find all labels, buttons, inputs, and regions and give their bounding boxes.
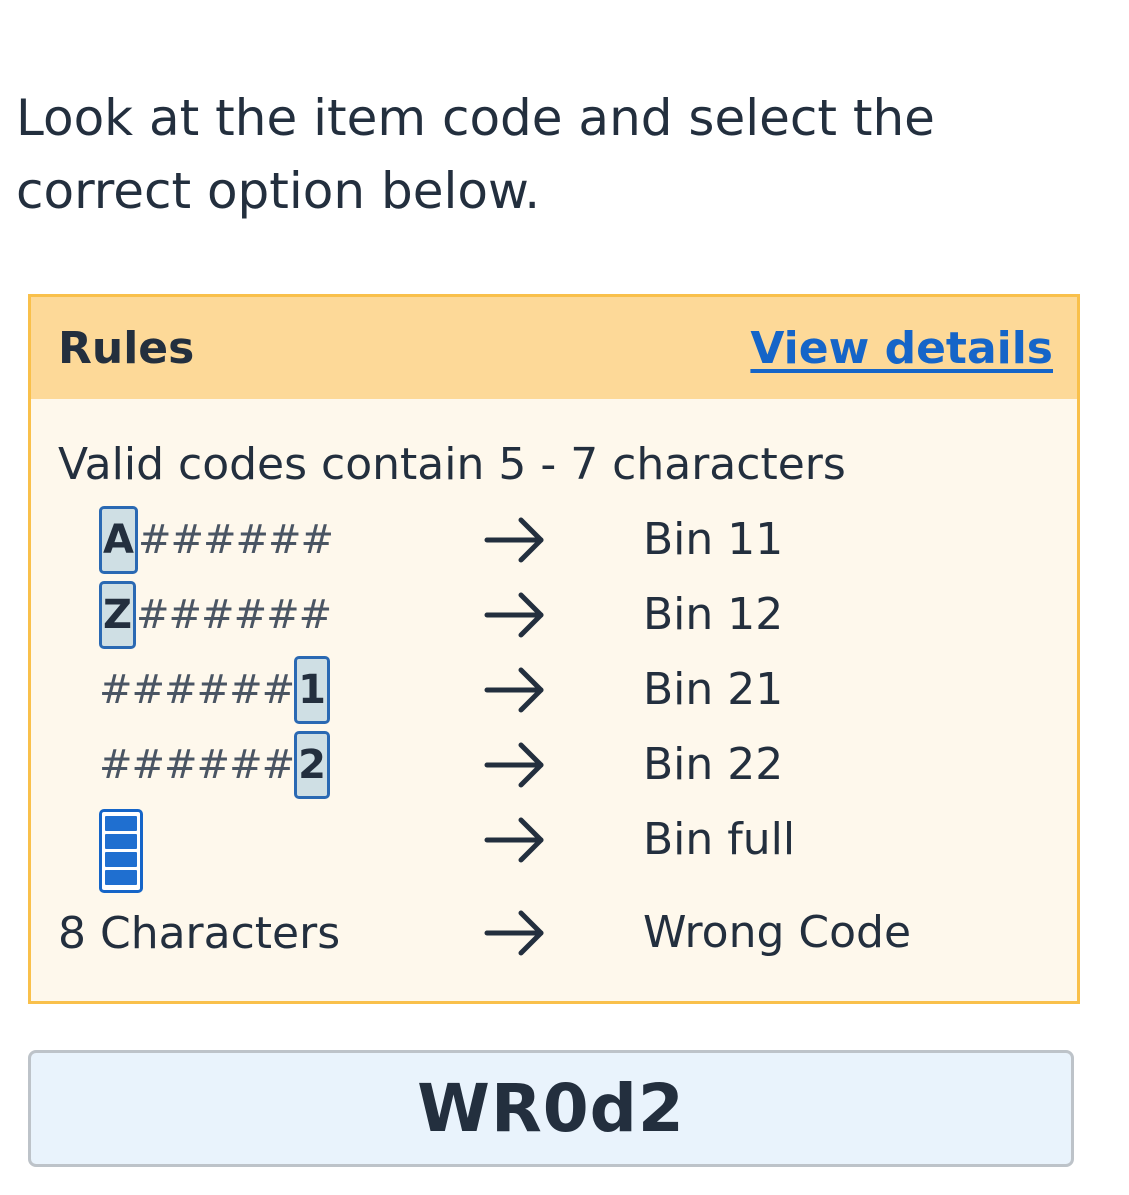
rule-result-label: Bin 12 xyxy=(643,589,784,640)
right-arrow-icon xyxy=(484,817,544,863)
rule-result-label: Wrong Code xyxy=(643,907,912,958)
rule-pattern: ###### 2 xyxy=(99,730,330,800)
rule-pattern: 8 Characters xyxy=(58,898,340,968)
highlighted-first-char: A xyxy=(99,506,138,574)
rule-row-bin-21: ###### 1 Bin 21 xyxy=(31,655,1077,725)
rule-row-bin-22: ###### 2 Bin 22 xyxy=(31,730,1077,800)
rules-title: Rules xyxy=(58,323,195,374)
highlighted-first-char: Z xyxy=(99,581,137,649)
rule-row-wrong-code: 8 Characters Wrong Code xyxy=(31,898,1077,968)
rules-header: Rules View details xyxy=(31,297,1077,399)
right-arrow-icon xyxy=(484,667,544,713)
rule-result-label: Bin 22 xyxy=(643,739,784,790)
rule-row-bin-12: Z ###### Bin 12 xyxy=(31,580,1077,650)
item-code-card: WR0d2 xyxy=(28,1050,1074,1167)
placeholder-hashes: ###### xyxy=(136,592,332,638)
instruction-text: Look at the item code and select the cor… xyxy=(16,89,935,220)
item-code-value: WR0d2 xyxy=(417,1070,685,1147)
highlighted-last-char: 2 xyxy=(294,731,330,799)
rules-panel: Rules View details Valid codes contain 5… xyxy=(28,294,1080,1004)
rule-row-bin-11: A ###### Bin 11 xyxy=(31,505,1077,575)
view-details-link[interactable]: View details xyxy=(750,323,1053,374)
rule-condition-label: 8 Characters xyxy=(58,907,341,959)
rule-result-label: Bin full xyxy=(643,814,796,865)
right-arrow-icon xyxy=(484,517,544,563)
rule-row-bin-full: Bin full xyxy=(31,805,1077,893)
rule-result-label: Bin 21 xyxy=(643,664,784,715)
placeholder-hashes: ###### xyxy=(137,517,334,563)
rule-pattern xyxy=(99,805,143,897)
rule-pattern: ###### 1 xyxy=(99,655,330,725)
rule-pattern: Z ###### xyxy=(99,580,332,650)
full-bin-icon xyxy=(99,809,143,893)
rules-intro-text: Valid codes contain 5 - 7 characters xyxy=(58,439,846,490)
right-arrow-icon xyxy=(484,592,544,638)
right-arrow-icon xyxy=(484,910,544,956)
placeholder-hashes: ###### xyxy=(99,742,295,788)
rule-result-label: Bin 11 xyxy=(643,514,784,565)
highlighted-last-char: 1 xyxy=(294,656,330,724)
right-arrow-icon xyxy=(484,742,544,788)
rule-pattern: A ###### xyxy=(99,505,334,575)
placeholder-hashes: ###### xyxy=(99,667,295,713)
